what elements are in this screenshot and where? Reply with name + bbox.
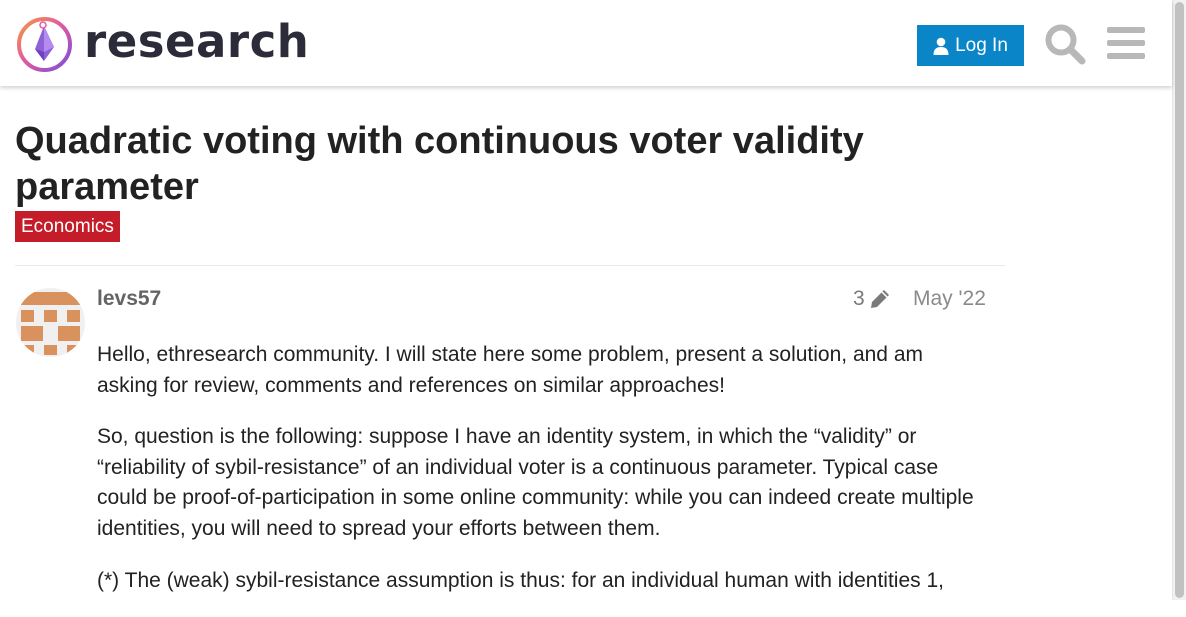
post-body: Hello, ethresearch community. I will sta…: [97, 340, 987, 617]
pencil-icon: [870, 290, 889, 308]
post-paragraph: Hello, ethresearch community. I will sta…: [97, 343, 923, 397]
edit-count: 3: [853, 287, 865, 310]
scrollbar-thumb[interactable]: [1175, 2, 1184, 598]
topic-title[interactable]: Quadratic voting with continuous voter v…: [15, 118, 915, 210]
site-header: research Log In: [0, 0, 1172, 86]
user-icon: [933, 37, 949, 55]
site-brand[interactable]: research: [84, 14, 309, 70]
avatar-pattern: [21, 292, 80, 355]
post-date[interactable]: May '22: [913, 286, 986, 312]
edit-history-button[interactable]: 3: [853, 286, 891, 312]
login-label: Log In: [955, 34, 1008, 56]
category-badge[interactable]: Economics: [15, 211, 120, 242]
post-username[interactable]: levs57: [97, 286, 161, 312]
post-paragraph: So, question is the following: suppose I…: [97, 425, 974, 540]
post-paragraph: (*) The (weak) sybil-resistance assumpti…: [97, 568, 944, 592]
page-scrollbar[interactable]: [1172, 0, 1186, 600]
login-button[interactable]: Log In: [917, 25, 1024, 66]
hamburger-menu-icon[interactable]: [1107, 26, 1145, 60]
search-icon[interactable]: [1044, 23, 1086, 65]
ethresearch-logo[interactable]: [16, 16, 73, 73]
topic-divider: [15, 265, 1005, 266]
avatar[interactable]: [16, 288, 85, 357]
